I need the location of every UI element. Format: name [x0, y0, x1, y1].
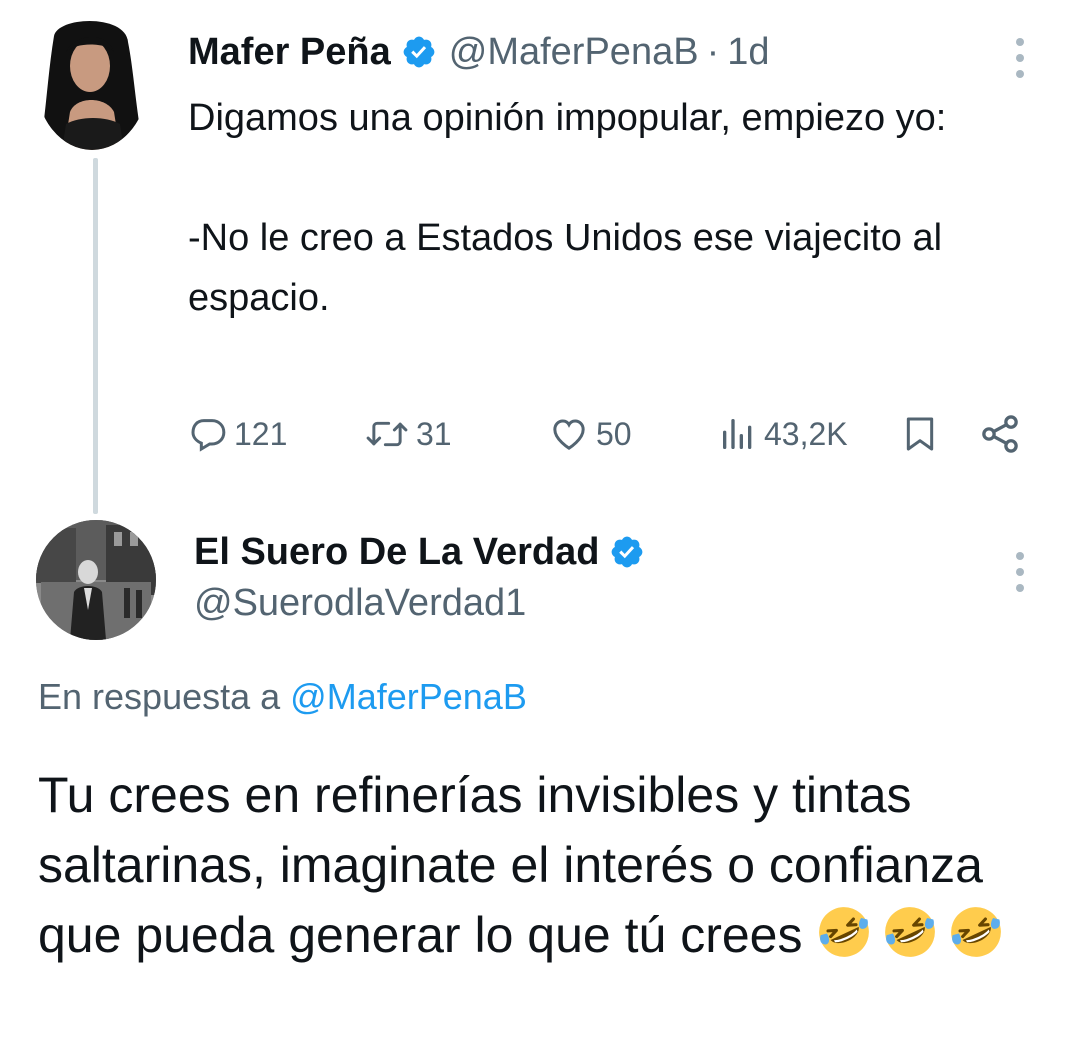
share-button[interactable] [978, 408, 1022, 460]
more-options-icon[interactable] [1014, 552, 1026, 592]
like-count: 50 [596, 415, 632, 452]
emoji-rofl-icon [882, 904, 938, 960]
tweet2-author-name[interactable]: El Suero De La Verdad [194, 531, 599, 574]
views-icon [718, 414, 758, 454]
reply-icon [188, 414, 228, 454]
like-button[interactable]: 50 [548, 408, 632, 460]
retweet-button[interactable]: 31 [364, 408, 452, 460]
retweet-icon [364, 414, 410, 454]
avatar-suero[interactable] [36, 520, 156, 640]
like-icon [548, 414, 590, 454]
tweet2-text: Tu crees en refinerías invisibles y tint… [38, 760, 1048, 970]
thread-connector-line [93, 158, 98, 514]
avatar-mafer[interactable] [36, 12, 148, 150]
tweet2-handle[interactable]: @SuerodlaVerdad1 [194, 582, 526, 625]
emoji-rofl-icon [816, 904, 872, 960]
reply-prefix: En respuesta a [38, 676, 281, 717]
verified-badge-icon [401, 34, 437, 70]
tweet1-author-name[interactable]: Mafer Peña [188, 31, 391, 74]
bookmark-icon [900, 412, 940, 456]
verified-badge-icon [609, 534, 645, 570]
share-icon [978, 412, 1022, 456]
views-count: 43,2K [764, 415, 848, 452]
tweet1-header: Mafer Peña @MaferPenaB · 1d [188, 28, 770, 76]
tweet1-action-bar: 121 31 50 43,2K [188, 408, 1028, 460]
tweet1-timestamp[interactable]: 1d [727, 31, 769, 74]
tweet1-text: Digamos una opinión impopular, empiezo y… [188, 97, 947, 319]
emoji-rofl-icon [948, 904, 1004, 960]
views-button[interactable]: 43,2K [718, 408, 848, 460]
reply-count: 121 [234, 415, 288, 452]
tweet2-header: El Suero De La Verdad [194, 528, 657, 576]
reply-mention-link[interactable]: @MaferPenaB [290, 676, 527, 717]
bookmark-button[interactable] [900, 408, 940, 460]
retweet-count: 31 [416, 415, 452, 452]
separator-dot: · [706, 30, 720, 73]
more-options-icon[interactable] [1014, 38, 1026, 78]
reply-button[interactable]: 121 [188, 408, 287, 460]
reply-context: En respuesta a @MaferPenaB [38, 676, 527, 718]
tweet1-handle[interactable]: @MaferPenaB [449, 31, 699, 74]
